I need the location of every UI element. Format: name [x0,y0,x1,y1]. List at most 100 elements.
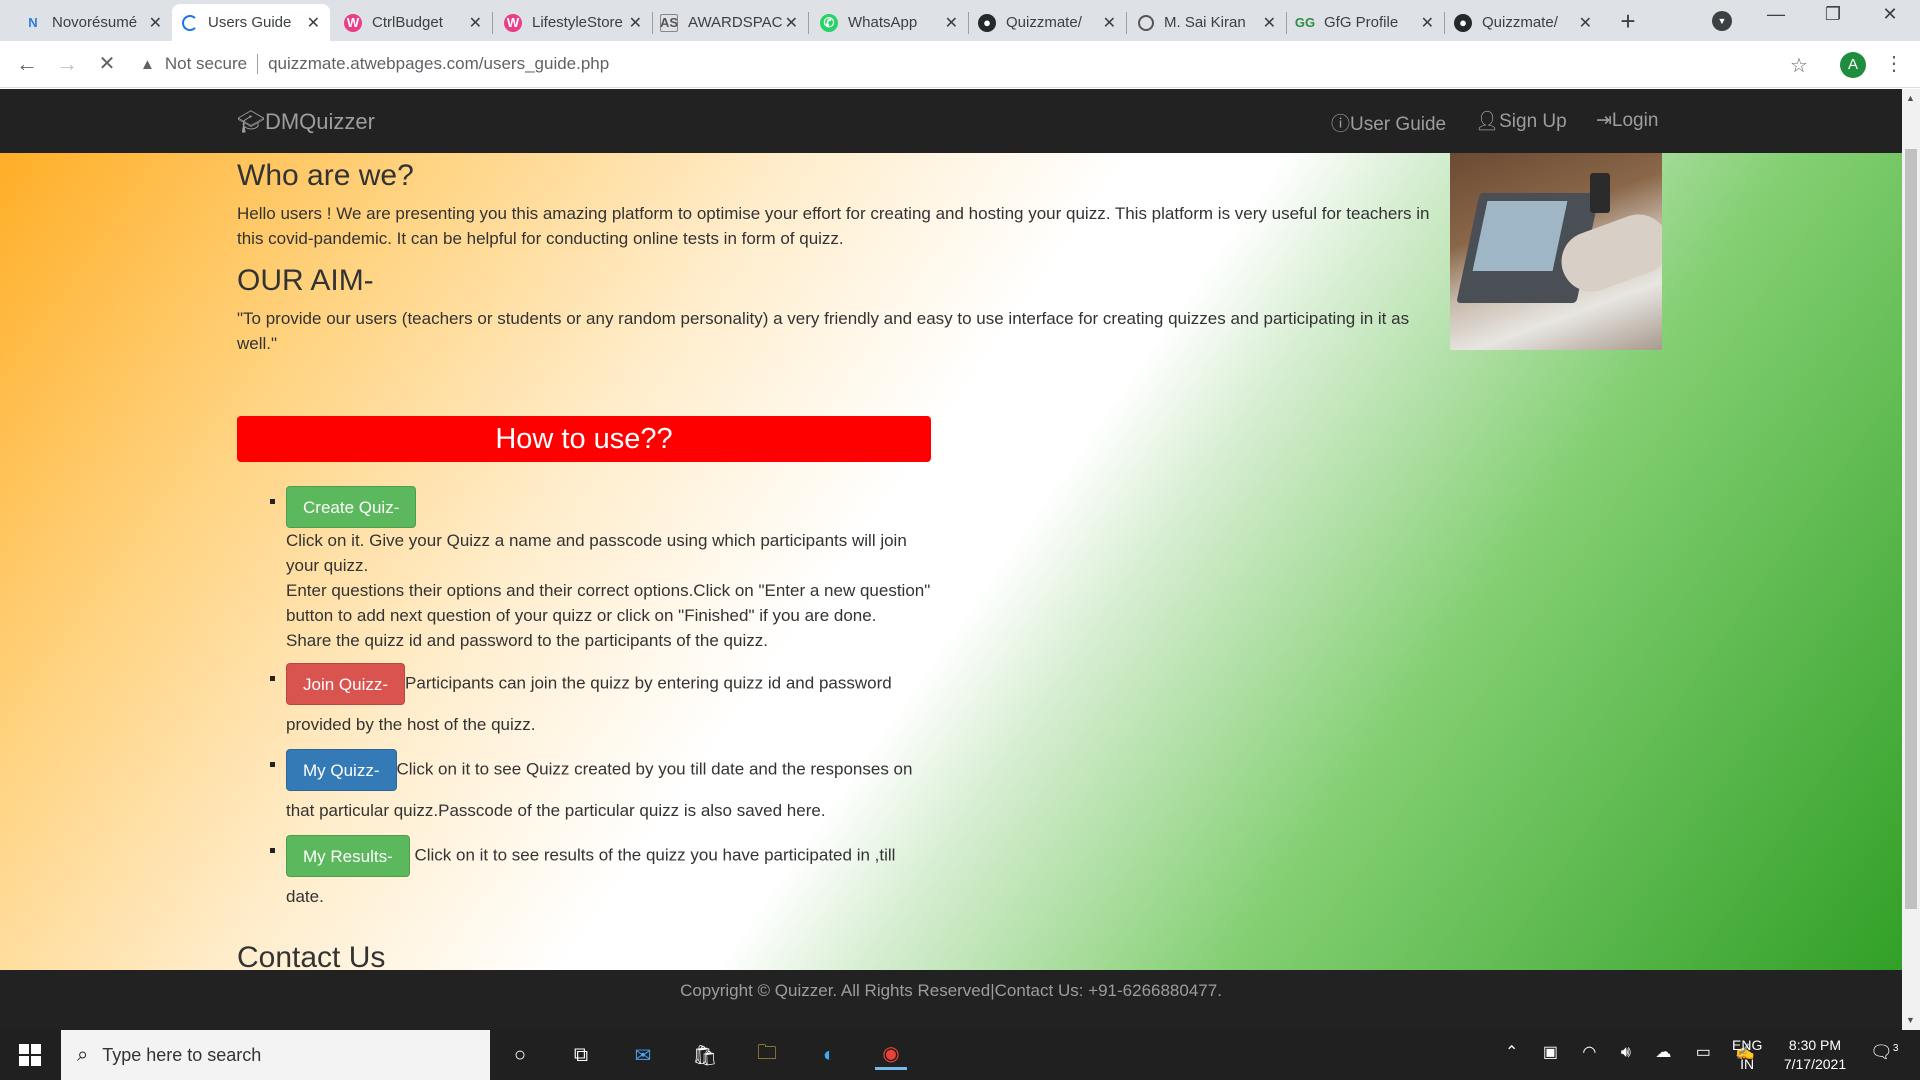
tab-close-icon[interactable]: ✕ [945,13,958,33]
tab-close-icon[interactable]: ✕ [1579,13,1592,33]
nav-user-guide-label: User Guide [1350,114,1447,135]
browser-tab[interactable]: W LifestyleStore ✕ [494,4,652,41]
warning-icon[interactable]: ▲ [140,56,155,73]
scroll-down-arrow-icon[interactable]: ▼ [1906,1015,1915,1025]
edge-icon[interactable]: ◐ [813,1040,845,1070]
list-item: Create Quiz- Click on it. Give your Quiz… [266,486,936,653]
file-explorer-icon[interactable]: 🗀 [751,1040,783,1070]
tab-title: LifestyleStore [532,14,623,31]
tab-search-icon[interactable]: ▼ [1712,11,1732,31]
tab-title: Quizzmate/ [1006,14,1082,31]
tab-favicon-icon: W [344,13,362,32]
tab-close-icon[interactable]: ✕ [469,13,482,33]
tab-close-icon[interactable]: ✕ [149,13,162,33]
start-button[interactable] [0,1030,60,1080]
tab-favicon-icon: ● [1454,13,1472,32]
new-tab-button[interactable]: + [1612,6,1644,37]
nav-login[interactable]: ⇥Login [1596,109,1658,132]
profile-avatar[interactable]: A [1840,52,1866,78]
maximize-button[interactable]: ❐ [1813,4,1853,25]
security-status[interactable]: Not secure [165,54,247,74]
taskbar-search-box[interactable]: ⌕ Type here to search [61,1030,490,1080]
region-code: IN [1740,1056,1755,1072]
url-text[interactable]: quizzmate.atwebpages.com/users_guide.php [268,54,609,74]
minimize-button[interactable]: — [1756,4,1796,25]
login-icon: ⇥ [1596,110,1612,131]
tab-favicon-icon: W [504,13,522,32]
nav-sign-up[interactable]: 👤︎Sign Up [1475,109,1567,133]
stop-loading-button[interactable]: ✕ [92,51,122,76]
create-quiz-button[interactable]: Create Quiz- [286,486,417,528]
graduation-cap-icon: 🎓︎ [237,109,265,134]
site-brand[interactable]: 🎓︎DMQuizzer [237,109,375,135]
forward-button[interactable]: → [52,51,82,77]
notification-count: 3 [1892,1043,1899,1054]
my-quizz-button[interactable]: My Quizz- [286,749,397,791]
tab-favicon-icon [182,14,198,31]
language-indicator[interactable]: ENG IN [1732,1036,1762,1074]
address-bar[interactable]: ▲ Not secure quizzmate.atwebpages.com/us… [140,47,1820,81]
how-to-use-banner: How to use?? [237,416,931,462]
intro-section: Who are we? Hello users ! We are present… [237,153,1662,356]
clock-time: 8:30 PM [1788,1037,1842,1053]
tab-title: Users Guide [208,14,292,31]
scroll-thumb[interactable] [1905,149,1917,909]
taskbar-search-placeholder: Type here to search [102,1044,262,1065]
browser-tab[interactable]: M. Sai Kiran ✕ [1128,4,1286,41]
my-results-button[interactable]: My Results- [286,835,410,877]
nav-login-label: Login [1611,110,1659,131]
store-icon[interactable]: 🛍︎ [689,1040,721,1070]
user-icon: 👤︎ [1475,111,1500,132]
taskbar-clock[interactable]: 8:30 PM 7/17/2021 [1770,1036,1860,1074]
system-tray-icons[interactable]: ⌃ ▣ ◠ 🔊︎ ☁ ▭ ✍ [1505,1042,1765,1062]
browser-tab[interactable]: N Novorésumé ✕ [14,4,172,41]
back-button[interactable]: ← [12,51,42,77]
mail-icon[interactable]: ✉ [627,1040,659,1070]
tab-close-icon[interactable]: ✕ [629,13,642,33]
tab-close-icon[interactable]: ✕ [1421,13,1434,33]
chrome-icon[interactable]: ◉ [875,1040,907,1070]
browser-tab[interactable]: ✆ WhatsApp ✕ [810,4,968,41]
tab-close-icon[interactable]: ✕ [1263,13,1276,33]
browser-tab[interactable]: AS AWARDSPACE ✕ [650,4,808,41]
browser-tab[interactable]: W CtrlBudget ✕ [334,4,492,41]
join-quizz-button[interactable]: Join Quizz- [286,663,406,705]
site-footer: Copyright © Quizzer. All Rights Reserved… [0,970,1902,1030]
browser-tab-strip: N Novorésumé ✕ Users Guide ✕ W CtrlBudget ✕ W Lif… [0,0,1920,41]
tab-close-icon[interactable]: ✕ [785,13,798,33]
nav-user-guide[interactable]: ⓘUser Guide [1331,109,1446,136]
tab-favicon-icon: ✆ [820,13,838,32]
tab-favicon-icon [1138,14,1154,31]
tab-title: CtrlBudget [372,14,443,31]
tab-close-icon[interactable]: ✕ [1103,13,1116,33]
task-view-icon[interactable]: ⧉ [565,1040,597,1070]
aim-title: OUR AIM- [237,264,374,297]
browser-tab[interactable]: ● Quizzmate/ ✕ [1444,4,1602,41]
browser-tab[interactable]: GG GfG Profile ✕ [1286,4,1444,41]
notification-center-icon[interactable]: 🗨︎3 [1870,1042,1898,1063]
close-window-button[interactable]: ✕ [1870,4,1910,25]
page-viewport: 🎓︎DMQuizzer ⓘUser Guide 👤︎Sign Up ⇥Login… [0,89,1902,1030]
kebab-menu-icon[interactable]: ⋮ [1884,51,1904,76]
browser-tab[interactable]: Users Guide ✕ [172,4,330,41]
tab-favicon-icon: ● [978,13,996,32]
windows-logo-icon [19,1044,41,1066]
list-item: Join Quizz- Participants can join the qui… [266,663,936,745]
scroll-up-arrow-icon[interactable]: ▲ [1906,93,1915,103]
who-text: Hello users ! We are presenting you this… [237,204,1430,248]
tab-title: Novorésumé [52,14,138,31]
site-navbar: 🎓︎DMQuizzer ⓘUser Guide 👤︎Sign Up ⇥Login [0,89,1902,153]
create-step-text-1: Click on it. Give your Quizz a name and … [286,531,907,575]
page-scrollbar[interactable]: ▲ ▼ [1902,89,1920,1030]
tab-favicon-icon: AS [659,13,679,32]
cortana-icon[interactable]: ○ [504,1040,536,1070]
language-code: ENG [1732,1037,1763,1053]
bookmark-star-icon[interactable]: ☆ [1790,53,1808,78]
tab-title: Quizzmate/ [1482,14,1558,31]
list-item: My Quizz- Click on it to see Quizz create… [266,749,936,831]
info-icon: ⓘ [1331,114,1351,135]
brand-label: DMQuizzer [264,109,375,134]
create-step-text-2: Enter questions their options and their … [286,581,931,625]
tab-close-icon[interactable]: ✕ [307,13,320,33]
browser-tab[interactable]: ● Quizzmate/ ✕ [968,4,1126,41]
